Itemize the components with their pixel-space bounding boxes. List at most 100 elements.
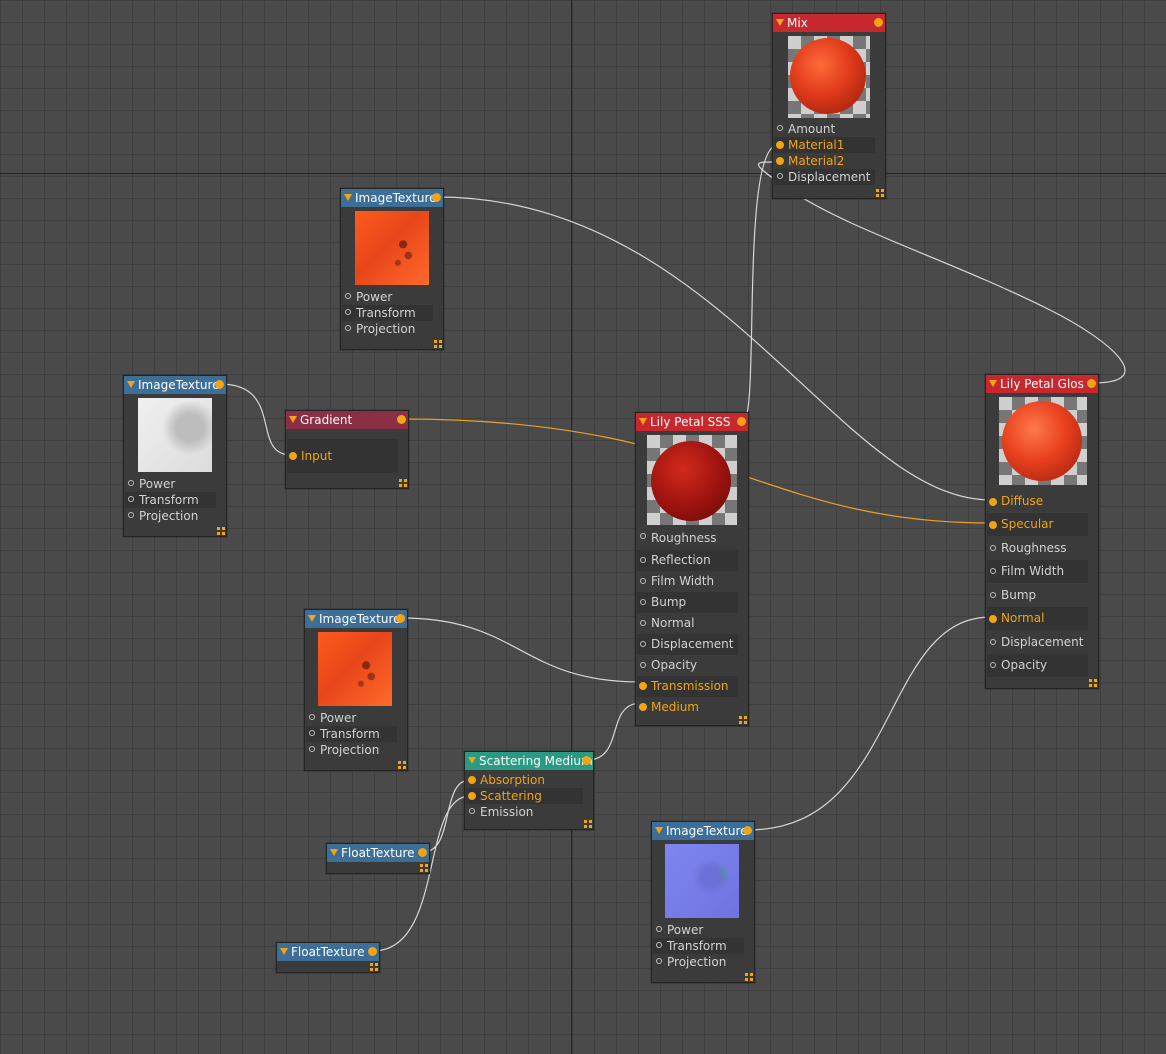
input-roughness[interactable]: Roughness [987,536,1088,560]
input-opacity[interactable]: Opacity [987,654,1088,677]
float-texture-node[interactable]: FloatTexture [276,942,380,973]
input-normal[interactable]: Normal [637,613,738,634]
input-power[interactable]: Power [653,922,744,938]
output-port[interactable] [743,826,752,835]
input-port[interactable] [640,557,646,563]
input-bump[interactable]: Bump [987,583,1088,607]
float-texture-node[interactable]: FloatTexture [326,843,430,874]
collapse-triangle-icon[interactable] [289,416,297,423]
input-port[interactable] [345,325,351,331]
input-port[interactable] [990,545,996,551]
input-absorption[interactable]: Absorption [466,772,583,788]
input-film-width[interactable]: Film Width [637,571,738,592]
input-port[interactable] [640,578,646,584]
input-port[interactable] [989,498,997,506]
input-port[interactable] [989,615,997,623]
collapse-triangle-icon[interactable] [655,827,663,834]
input-port[interactable] [309,730,315,736]
wire-scattering-medium-to-medium[interactable] [586,702,642,761]
output-port[interactable] [368,947,377,956]
wire-image-texture-mid-to-transmission[interactable] [400,617,642,683]
node-header[interactable]: Gradient [286,411,408,429]
image-texture-node[interactable]: ImageTexture Power Transform Projection [123,375,227,537]
mix-node-header[interactable]: Mix [773,14,885,32]
resize-handle-icon[interactable] [745,973,753,981]
collapse-triangle-icon[interactable] [330,849,338,856]
node-header[interactable]: Scattering Medium [465,752,593,770]
collapse-triangle-icon[interactable] [468,757,476,764]
output-port[interactable] [1087,379,1096,388]
output-port[interactable] [215,380,224,389]
input-port[interactable] [128,512,134,518]
resize-handle-icon[interactable] [1089,679,1097,687]
input-material1[interactable]: Material1 [774,137,875,153]
input-port[interactable] [777,125,783,131]
input-port[interactable] [639,703,647,711]
input-input[interactable]: Input [287,439,398,473]
input-power[interactable]: Power [125,476,216,492]
input-port[interactable] [289,452,297,460]
input-transform[interactable]: Transform [125,492,216,508]
node-header[interactable]: ImageTexture [341,189,443,207]
input-medium[interactable]: Medium [637,697,738,718]
collapse-triangle-icon[interactable] [639,418,647,425]
input-reflection[interactable]: Reflection [637,550,738,571]
input-port[interactable] [639,682,647,690]
image-texture-node[interactable]: ImageTexture Power Transform Projection [340,188,444,350]
input-port[interactable] [990,592,996,598]
input-opacity[interactable]: Opacity [637,655,738,676]
mix-node[interactable]: Mix Amount Material1 Material2 Displacem… [772,13,886,199]
input-port[interactable] [776,141,784,149]
image-texture-node[interactable]: ImageTexture Power Transform Projection [304,609,408,771]
input-transmission[interactable]: Transmission [637,676,738,697]
input-port[interactable] [656,958,662,964]
input-transform[interactable]: Transform [653,938,744,954]
input-scattering[interactable]: Scattering [466,788,583,804]
node-header[interactable]: FloatTexture [327,844,429,862]
input-port[interactable] [656,926,662,932]
input-port[interactable] [990,662,996,668]
input-projection[interactable]: Projection [125,508,216,524]
input-port[interactable] [640,641,646,647]
input-projection[interactable]: Projection [653,954,744,970]
node-header[interactable]: Lily Petal SSS [636,413,748,431]
collapse-triangle-icon[interactable] [280,948,288,955]
input-material2[interactable]: Material2 [774,153,875,169]
wire-float-texture-1-to-absorption[interactable] [422,779,471,853]
output-port[interactable] [582,756,591,765]
collapse-triangle-icon[interactable] [344,194,352,201]
resize-handle-icon[interactable] [434,340,442,348]
input-port[interactable] [776,157,784,165]
input-port[interactable] [640,620,646,626]
gradient-node[interactable]: Gradient Input [285,410,409,489]
input-port[interactable] [468,776,476,784]
input-port[interactable] [309,746,315,752]
resize-handle-icon[interactable] [370,963,378,971]
input-projection[interactable]: Projection [306,742,397,758]
input-normal[interactable]: Normal [987,607,1088,630]
image-texture-node[interactable]: ImageTexture Power Transform Projection [651,821,755,983]
input-port[interactable] [640,662,646,668]
input-port[interactable] [128,480,134,486]
node-header[interactable]: FloatTexture [277,943,379,961]
input-amount[interactable]: Amount [774,121,875,137]
input-port[interactable] [309,714,315,720]
output-port[interactable] [432,193,441,202]
resize-handle-icon[interactable] [584,820,592,828]
input-power[interactable]: Power [342,289,433,305]
input-displacement[interactable]: Displacement [637,634,738,655]
input-port[interactable] [989,521,997,529]
resize-handle-icon[interactable] [217,527,225,535]
resize-handle-icon[interactable] [876,189,884,197]
collapse-triangle-icon[interactable] [308,615,316,622]
input-port[interactable] [468,792,476,800]
lily-petal-sss-node[interactable]: Lily Petal SSS Roughness Reflection Film… [635,412,749,726]
input-emission[interactable]: Emission [466,804,583,820]
wire-image-texture-normal-to-normal[interactable] [747,616,992,831]
resize-handle-icon[interactable] [739,716,747,724]
scattering-medium-node[interactable]: Scattering Medium Absorption Scattering … [464,751,594,830]
input-power[interactable]: Power [306,710,397,726]
lily-petal-glos-node[interactable]: Lily Petal Glos Diffuse Specular Roughne… [985,374,1099,689]
input-specular[interactable]: Specular [987,513,1088,536]
input-port[interactable] [469,808,475,814]
